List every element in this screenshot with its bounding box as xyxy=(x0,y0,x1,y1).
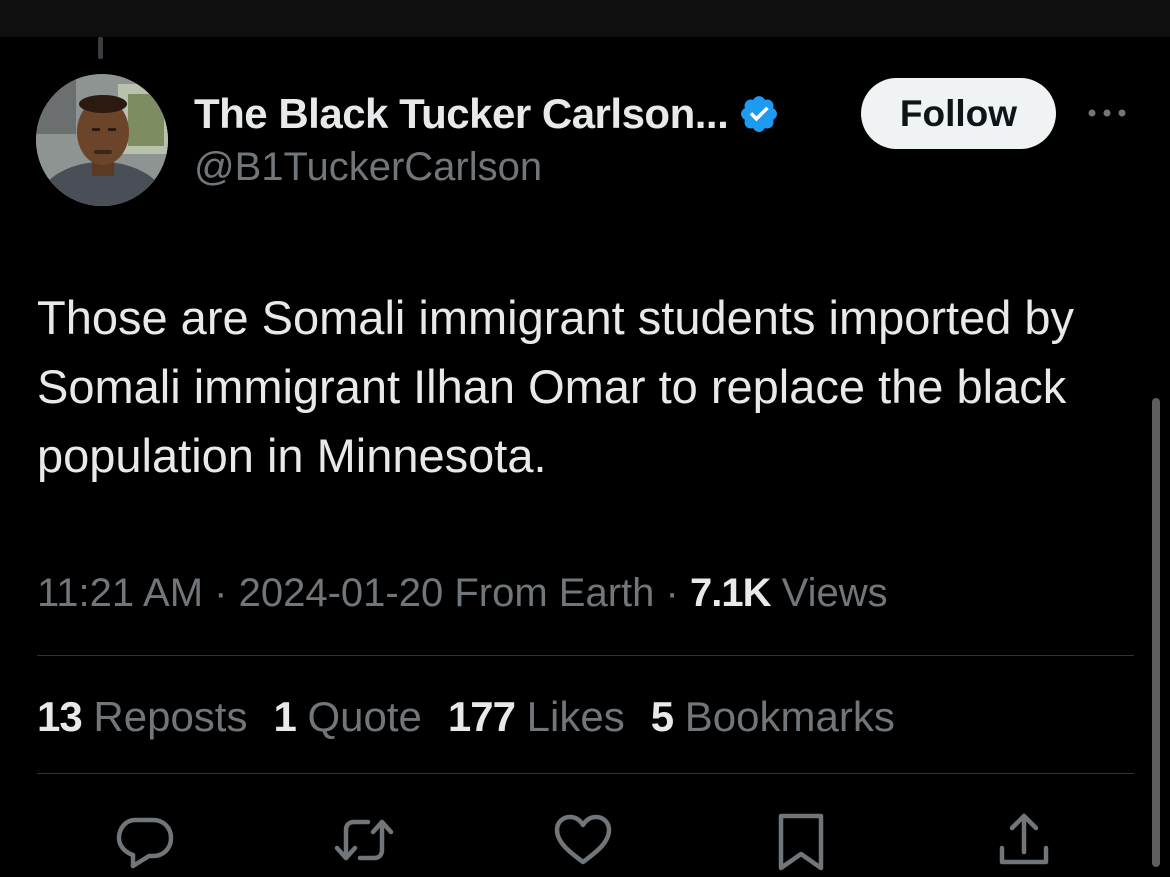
engagement-stats: 13 Reposts 1 Quote 177 Likes 5 Bookmarks xyxy=(37,690,921,744)
reposts-label: Reposts xyxy=(93,693,248,740)
quotes-label: Quote xyxy=(307,693,422,740)
likes-stat[interactable]: 177 Likes xyxy=(448,693,625,741)
author-display-name[interactable]: The Black Tucker Carlson... xyxy=(194,90,729,138)
meta-separator xyxy=(203,571,214,616)
likes-count: 177 xyxy=(447,693,516,740)
meta-separator: · xyxy=(214,570,228,615)
views-label: Views xyxy=(781,570,888,615)
tweet-time[interactable]: 11:21 AM xyxy=(37,571,203,616)
avatar[interactable] xyxy=(36,74,168,206)
reply-icon[interactable] xyxy=(113,808,177,872)
repost-icon[interactable] xyxy=(332,808,396,872)
scrollbar-thumb[interactable] xyxy=(1152,398,1160,867)
divider xyxy=(37,655,1134,656)
reposts-count: 13 xyxy=(37,693,83,740)
more-options-icon[interactable] xyxy=(1082,96,1132,130)
quotes-stat[interactable]: 1 Quote xyxy=(273,693,421,741)
divider xyxy=(37,773,1134,774)
share-icon[interactable] xyxy=(992,808,1056,872)
status-strip xyxy=(0,0,1170,37)
avatar-photo xyxy=(36,74,168,206)
follow-button[interactable]: Follow xyxy=(861,78,1056,149)
likes-label: Likes xyxy=(526,693,625,740)
quotes-count: 1 xyxy=(273,693,296,740)
bookmarks-count: 5 xyxy=(650,693,674,740)
bookmarks-label: Bookmarks xyxy=(684,693,895,740)
bookmarks-stat[interactable]: 5 Bookmarks xyxy=(651,693,895,741)
views-count[interactable]: 7.1K xyxy=(690,571,771,616)
tweet-date[interactable]: 2024-01-20 xyxy=(239,571,444,616)
tweet-text: Those are Somali immigrant students impo… xyxy=(37,291,1075,482)
tweet-metadata: 11:21 AM · 2024-01-20 From Earth · 7.1K … xyxy=(37,568,888,618)
tweet-source: From Earth xyxy=(454,570,655,615)
meta-separator: · xyxy=(665,570,679,615)
bookmark-icon[interactable] xyxy=(769,808,833,872)
author-handle[interactable]: @B1TuckerCarlson xyxy=(194,145,542,190)
thread-connector-line xyxy=(98,37,103,59)
like-icon[interactable] xyxy=(551,808,615,872)
verified-badge-icon[interactable] xyxy=(738,93,780,135)
author-name-row: The Black Tucker Carlson... xyxy=(194,88,780,140)
reposts-stat[interactable]: 13 Reposts xyxy=(37,693,247,741)
